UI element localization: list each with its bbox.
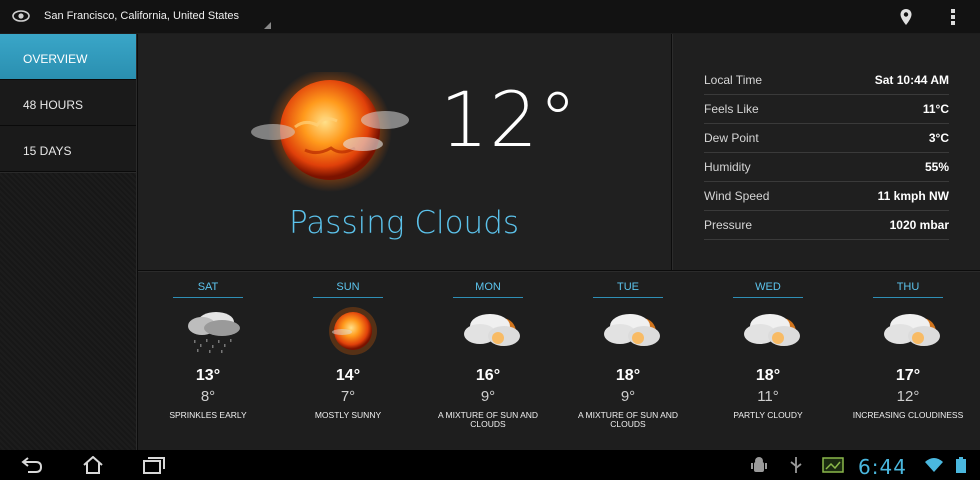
sun-behind-cloud-icon xyxy=(744,314,800,346)
battery-icon xyxy=(956,457,966,473)
dropdown-corner-icon xyxy=(264,22,271,29)
forecast-low: 9° xyxy=(620,388,636,405)
eye-icon[interactable] xyxy=(12,9,30,23)
forecast-low: 7° xyxy=(340,388,356,405)
sun-icon xyxy=(329,307,377,355)
forecast-description: SPRINKLES EARLY xyxy=(169,410,247,420)
usb-icon xyxy=(790,457,802,473)
location-title[interactable]: San Francisco, California, United States xyxy=(44,10,239,22)
forecast-high: 13° xyxy=(195,367,221,384)
action-bar: San Francisco, California, United States xyxy=(0,0,980,34)
sidebar-item-overview[interactable]: OVERVIEW xyxy=(0,34,136,80)
forecast-description: A MIXTURE OF SUN AND CLOUDS xyxy=(577,410,679,429)
forecast-strip: SAT 13° 8° SPRINKLES EARLY SUN 14° 7° MO… xyxy=(138,271,980,450)
location-pin-icon[interactable] xyxy=(899,8,913,26)
detail-row-local-time: Local Time Sat 10:44 AM xyxy=(704,66,949,95)
sidebar-item-label: 48 HOURS xyxy=(23,98,84,112)
detail-label: Dew Point xyxy=(704,131,759,145)
forecast-high: 14° xyxy=(335,367,361,384)
drizzle-icon xyxy=(188,312,240,353)
system-navigation-bar: 6:44 xyxy=(0,450,980,480)
detail-row-feels-like: Feels Like 11°C xyxy=(704,95,949,124)
forecast-description: A MIXTURE OF SUN AND CLOUDS xyxy=(437,410,539,429)
overflow-menu-icon[interactable] xyxy=(950,9,956,25)
detail-row-dew-point: Dew Point 3°C xyxy=(704,124,949,153)
detail-value: 11 kmph NW xyxy=(877,189,949,203)
forecast-day-name: WED xyxy=(733,281,803,298)
wifi-icon xyxy=(925,458,943,472)
forecast-day-name: TUE xyxy=(593,281,663,298)
recent-apps-icon[interactable] xyxy=(142,456,166,474)
forecast-day[interactable]: TUE 18° 9° A MIXTURE OF SUN AND CLOUDS xyxy=(558,272,698,451)
current-temperature: 12° xyxy=(440,75,578,164)
forecast-day[interactable]: THU 17° 12° INCREASING CLOUDINESS xyxy=(838,272,978,451)
detail-value: 55% xyxy=(924,160,949,174)
sidebar: OVERVIEW 48 HOURS 15 DAYS xyxy=(0,34,137,450)
forecast-description: INCREASING CLOUDINESS xyxy=(852,410,964,420)
detail-label: Humidity xyxy=(704,160,751,174)
system-clock: 6:44 xyxy=(858,455,907,479)
detail-label: Local Time xyxy=(704,73,763,87)
forecast-day[interactable]: WED 18° 11° PARTLY CLOUDY xyxy=(698,272,838,451)
sidebar-item-48-hours[interactable]: 48 HOURS xyxy=(0,80,136,126)
forecast-low: 9° xyxy=(480,388,496,405)
detail-row-humidity: Humidity 55% xyxy=(704,153,949,182)
forecast-day[interactable]: SAT 13° 8° SPRINKLES EARLY xyxy=(138,272,278,451)
forecast-day-name: MON xyxy=(453,281,523,298)
back-icon[interactable] xyxy=(20,456,44,474)
forecast-high: 18° xyxy=(755,367,781,384)
sun-behind-cloud-icon xyxy=(604,314,660,346)
forecast-day-name: THU xyxy=(873,281,943,298)
forecast-high: 17° xyxy=(895,367,921,384)
sidebar-item-label: 15 DAYS xyxy=(23,144,72,158)
detail-label: Feels Like xyxy=(704,102,759,116)
sun-behind-cloud-icon xyxy=(464,314,520,346)
detail-value: 11°C xyxy=(922,102,949,116)
home-icon[interactable] xyxy=(81,456,105,474)
forecast-high: 18° xyxy=(615,367,641,384)
detail-row-wind-speed: Wind Speed 11 kmph NW xyxy=(704,182,949,211)
sidebar-item-15-days[interactable]: 15 DAYS xyxy=(0,126,136,172)
android-debug-icon xyxy=(751,457,767,472)
forecast-day[interactable]: MON 16° 9° A MIXTURE OF SUN AND CLOUDS xyxy=(418,272,558,451)
sidebar-item-label: OVERVIEW xyxy=(23,52,88,66)
detail-value: 3°C xyxy=(928,131,949,145)
detail-value: 1020 mbar xyxy=(889,218,949,232)
forecast-day-name: SUN xyxy=(313,281,383,298)
screenshot-icon xyxy=(822,457,844,473)
forecast-day-name: SAT xyxy=(173,281,243,298)
current-condition: Passing Clouds xyxy=(289,205,520,241)
forecast-low: 8° xyxy=(200,388,216,405)
forecast-low: 12° xyxy=(896,388,920,405)
sun-behind-cloud-icon xyxy=(884,314,940,346)
detail-label: Pressure xyxy=(704,218,753,232)
detail-row-pressure: Pressure 1020 mbar xyxy=(704,211,949,240)
forecast-day[interactable]: SUN 14° 7° MOSTLY SUNNY xyxy=(278,272,418,451)
forecast-description: MOSTLY SUNNY xyxy=(314,410,382,420)
forecast-high: 16° xyxy=(475,367,501,384)
forecast-description: PARTLY CLOUDY xyxy=(733,410,803,420)
forecast-low: 11° xyxy=(757,388,779,405)
detail-label: Wind Speed xyxy=(704,189,770,203)
detail-value: Sat 10:44 AM xyxy=(874,73,949,87)
sun-with-clouds-icon xyxy=(251,72,409,192)
